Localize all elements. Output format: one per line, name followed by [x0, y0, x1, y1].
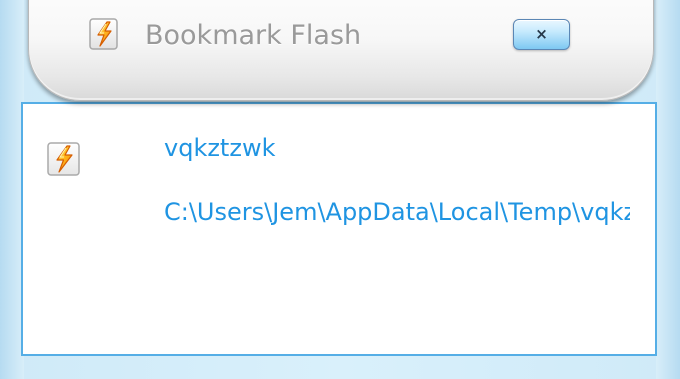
dialog-title: Bookmark Flash — [145, 20, 362, 51]
bookmark-name-link[interactable]: vqkztzwk — [164, 133, 275, 163]
flash-file-icon — [45, 140, 83, 178]
close-button[interactable]: × — [513, 19, 570, 50]
flash-bookmark-icon — [86, 16, 122, 52]
bookmark-flash-window: Bookmark Flash × vqkztzwk C:\Users\Jem\A… — [0, 0, 680, 379]
bookmark-path-link[interactable]: C:\Users\Jem\AppData\Local\Temp\vqkz — [164, 197, 630, 227]
close-icon: × — [535, 25, 548, 43]
right-frame-rail — [656, 0, 680, 379]
bookmark-content-panel — [21, 102, 657, 356]
